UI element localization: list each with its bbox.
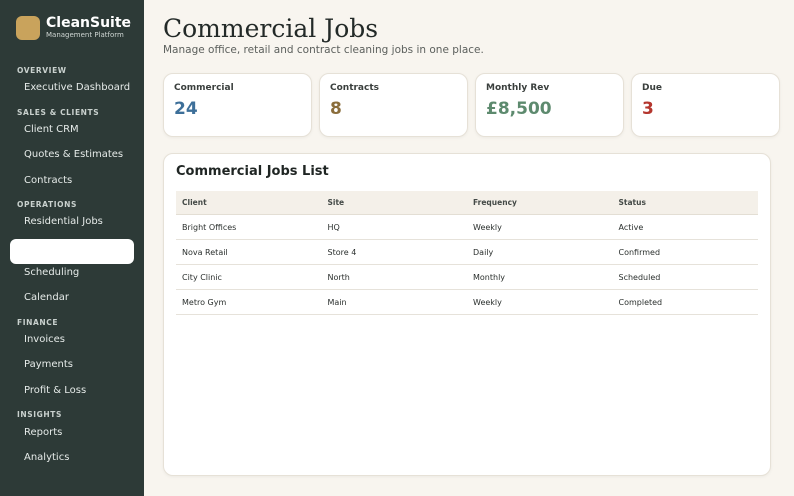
cell-frequency: Daily <box>473 247 494 257</box>
stat-card-monthly-rev: Monthly Rev £8,500 <box>475 73 624 137</box>
stat-label: Commercial <box>174 83 234 93</box>
cell-frequency: Weekly <box>473 222 502 232</box>
cell-client: City Clinic <box>182 272 222 282</box>
section-insights: INSIGHTS <box>17 410 63 419</box>
sidebar-item-analytics[interactable]: Analytics <box>24 451 69 465</box>
sidebar-item-reports[interactable]: Reports <box>24 426 62 440</box>
stat-value: 24 <box>174 99 198 119</box>
table-header: Client Site Frequency Status <box>176 191 758 215</box>
section-overview: OVERVIEW <box>17 66 67 75</box>
brand-name: CleanSuite <box>46 15 132 31</box>
stat-card-due: Due 3 <box>631 73 780 137</box>
page-subtitle: Manage office, retail and contract clean… <box>163 44 484 56</box>
sidebar-item-commercial[interactable] <box>10 239 134 264</box>
stat-value: 8 <box>330 99 342 119</box>
column-header-frequency: Frequency <box>473 198 517 207</box>
cell-client: Nova Retail <box>182 247 228 257</box>
section-operations: OPERATIONS <box>17 200 77 209</box>
sidebar-item-scheduling[interactable]: Scheduling <box>24 266 79 280</box>
cell-status: Completed <box>618 297 663 307</box>
brand-subtitle: Management Platform <box>46 31 124 39</box>
sidebar-item-dashboard[interactable]: Executive Dashboard <box>24 81 130 95</box>
table-row[interactable]: Metro Gym Main Weekly Completed <box>176 290 758 315</box>
cell-site: HQ <box>327 222 340 232</box>
stat-card-contracts: Contracts 8 <box>319 73 468 137</box>
column-header-status: Status <box>618 198 646 207</box>
sidebar-item-crm[interactable]: Client CRM <box>24 123 79 137</box>
sidebar-item-calendar[interactable]: Calendar <box>24 291 69 305</box>
section-finance: FINANCE <box>17 318 59 327</box>
jobs-panel-title: Commercial Jobs List <box>176 164 329 179</box>
cell-client: Metro Gym <box>182 297 227 307</box>
cell-site: Main <box>327 297 347 307</box>
sidebar-item-payments[interactable]: Payments <box>24 358 73 372</box>
brand[interactable]: CleanSuite Management Platform <box>16 15 131 40</box>
section-sales: SALES & CLIENTS <box>17 108 100 117</box>
cell-frequency: Monthly <box>473 272 506 282</box>
sidebar-item-pl[interactable]: Profit & Loss <box>24 384 86 398</box>
sidebar: CleanSuite Management Platform OVERVIEW … <box>0 0 144 496</box>
column-header-site: Site <box>327 198 345 207</box>
cell-status: Active <box>618 222 644 232</box>
table-row[interactable]: Bright Offices HQ Weekly Active <box>176 215 758 240</box>
cell-status: Scheduled <box>618 272 661 282</box>
sidebar-item-quotes[interactable]: Quotes & Estimates <box>24 148 123 162</box>
sidebar-item-residential[interactable]: Residential Jobs <box>24 215 103 229</box>
stat-label: Due <box>642 83 662 93</box>
cell-frequency: Weekly <box>473 297 502 307</box>
stat-value: £8,500 <box>486 99 552 119</box>
sidebar-item-contracts[interactable]: Contracts <box>24 174 72 188</box>
column-header-client: Client <box>182 198 207 207</box>
jobs-panel: Commercial Jobs List Client Site Frequen… <box>163 153 771 476</box>
sidebar-item-invoices[interactable]: Invoices <box>24 333 65 347</box>
stat-value: 3 <box>642 99 654 119</box>
table-row[interactable]: Nova Retail Store 4 Daily Confirmed <box>176 240 758 265</box>
logo-icon <box>16 15 40 40</box>
cell-site: North <box>327 272 350 282</box>
cell-client: Bright Offices <box>182 222 237 232</box>
cell-status: Confirmed <box>618 247 661 257</box>
cell-site: Store 4 <box>327 247 357 257</box>
stat-card-commercial: Commercial 24 <box>163 73 312 137</box>
jobs-table: Client Site Frequency Status Bright Offi… <box>176 191 758 315</box>
stat-label: Monthly Rev <box>486 83 550 93</box>
table-row[interactable]: City Clinic North Monthly Scheduled <box>176 265 758 290</box>
page-title: Commercial Jobs <box>163 14 379 43</box>
stat-label: Contracts <box>330 83 380 93</box>
